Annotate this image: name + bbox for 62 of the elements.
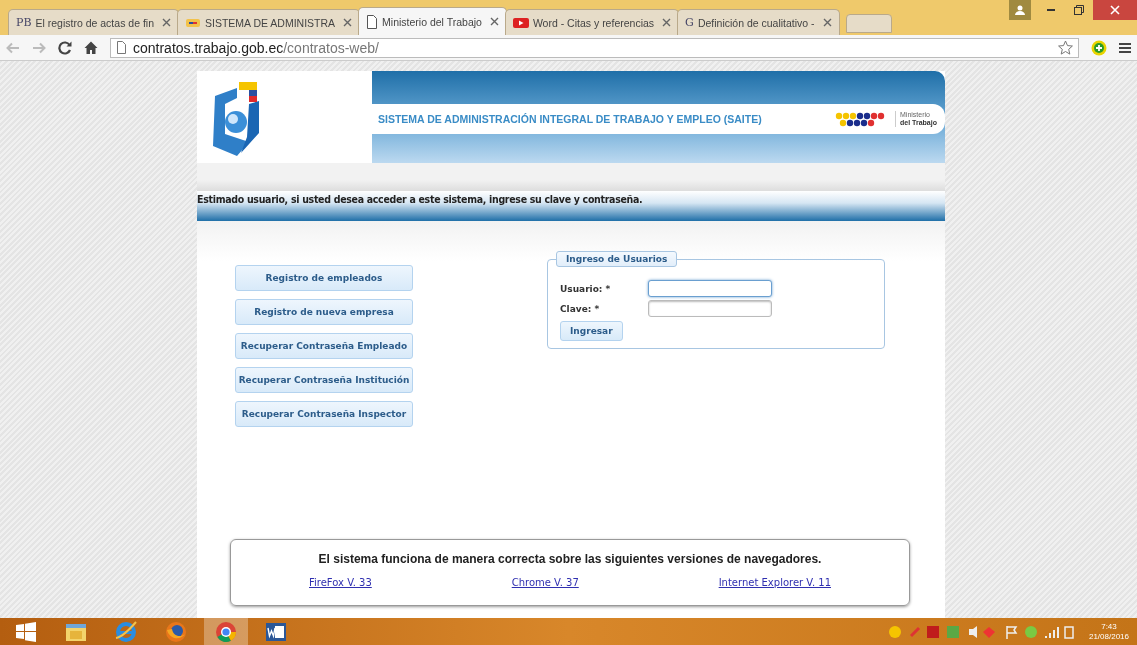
browser-tab[interactable]: Word - Citas y referencias [504, 9, 680, 35]
tab-title: Definición de cualitativo - [697, 16, 815, 29]
home-icon [84, 41, 98, 54]
browser-tab[interactable]: G Definición de cualitativo - [677, 9, 840, 35]
input-field[interactable] [648, 280, 772, 297]
flag-icon [185, 16, 201, 29]
browser-tab[interactable]: PB El registro de actas de fin [8, 9, 179, 35]
tab-title: SISTEMA DE ADMINISTRA [205, 16, 336, 29]
menu-button[interactable]: Registro de empleados [235, 265, 413, 291]
tab-title: El registro de actas de fin [35, 16, 154, 29]
taskbar-app[interactable] [204, 618, 248, 645]
video-icon [512, 16, 529, 29]
menu-button[interactable]: Recuperar Contraseña Institución [235, 367, 413, 393]
page-icon [366, 14, 379, 29]
close-icon [343, 18, 353, 27]
browser-link[interactable]: Chrome V. 37 [511, 577, 579, 588]
close-icon [662, 18, 672, 27]
system-title: SISTEMA DE ADMINISTRACIÓN INTEGRAL DE TRABAJO Y EMPLEO (SAITE) [378, 113, 763, 125]
favicon: G [685, 16, 694, 29]
new-tab-button[interactable] [845, 14, 892, 33]
person-icon [1015, 5, 1025, 15]
favicon: PB [16, 16, 32, 29]
reload-icon [58, 40, 72, 55]
browser-tab[interactable]: Ministerio del Trabajo [358, 7, 507, 35]
menu-icon [1119, 41, 1131, 54]
extension-icon [1091, 39, 1107, 56]
windows-icon [16, 622, 36, 642]
menu-button[interactable]: Recuperar Contraseña Inspector [235, 401, 413, 427]
address-bar[interactable]: contratos.trabajo.gob.ec/contratos-web/ [110, 37, 1079, 58]
browser-link[interactable]: Internet Explorer V. 11 [718, 577, 831, 588]
browser-link[interactable]: FireFox V. 33 [309, 577, 372, 588]
close-icon [162, 18, 171, 27]
back-icon [6, 41, 20, 54]
clock-time: 7:43 [1101, 622, 1117, 632]
field-label: Clave: * [560, 303, 601, 314]
firefox-icon [164, 620, 188, 644]
submit-button[interactable]: Ingresar [560, 321, 623, 341]
user-button[interactable] [1009, 0, 1031, 20]
browser-tab[interactable]: SISTEMA DE ADMINISTRA [177, 9, 361, 35]
close-icon [1110, 5, 1120, 15]
restore-icon [1074, 5, 1084, 15]
input-field[interactable] [648, 300, 772, 317]
clock-date: 21/08/2016 [1088, 632, 1129, 642]
document-icon [264, 620, 288, 644]
chrome-icon [214, 620, 238, 644]
url-text: contratos.trabajo.gob.ec/contratos-web/ [133, 39, 379, 56]
menu-button[interactable]: Registro de nueva empresa [235, 299, 413, 325]
browser-notice: El sistema funciona de manera correcta sobre las siguientes versiones de navegadores. [318, 552, 822, 566]
field-label: Usuario: * [560, 283, 612, 294]
close-icon [489, 17, 499, 26]
tab-title: Ministerio del Trabajo [382, 15, 482, 28]
close-icon [822, 18, 832, 27]
welcome-message: Estimado usuario, si usted desea acceder a este sistema, ingrese su clave y contraseña. [197, 192, 643, 205]
menu-button[interactable]: Recuperar Contraseña Empleado [235, 333, 413, 359]
login-legend: Ingreso de Usuarios [556, 251, 678, 267]
browser-icon [114, 620, 138, 644]
star-icon [1058, 40, 1073, 55]
logo-icon [213, 82, 259, 156]
page-icon [116, 41, 127, 54]
minimize-icon [1047, 9, 1055, 11]
tab-title: Word - Citas y referencias [532, 16, 655, 29]
forward-icon [32, 41, 46, 54]
